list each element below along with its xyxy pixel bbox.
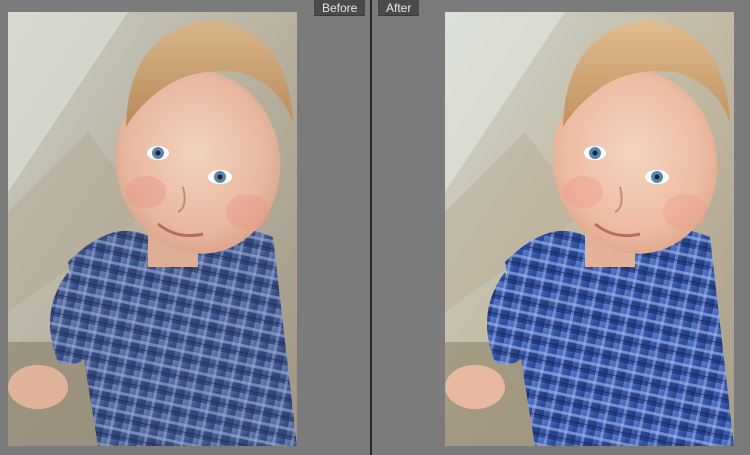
- after-label: After: [378, 0, 420, 16]
- after-photo-image: [445, 12, 734, 446]
- after-photo[interactable]: [445, 12, 734, 446]
- before-photo[interactable]: [8, 12, 297, 446]
- before-photo-image: [8, 12, 297, 446]
- before-after-view: Before After: [0, 0, 750, 455]
- after-pane: After: [372, 0, 750, 455]
- before-label: Before: [314, 0, 366, 16]
- before-pane: Before: [0, 0, 370, 455]
